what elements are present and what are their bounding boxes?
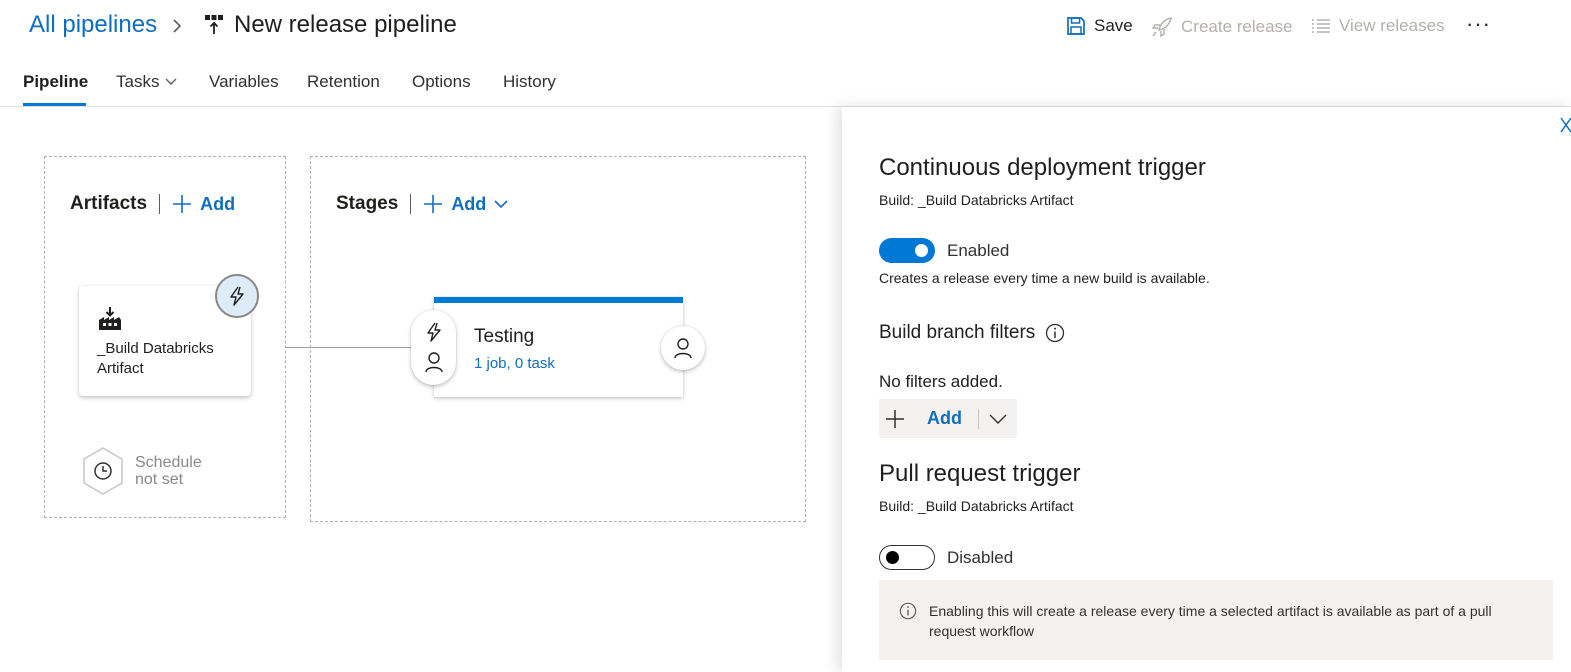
info-icon xyxy=(899,602,917,620)
chevron-down-icon xyxy=(494,199,508,209)
lightning-icon xyxy=(227,286,247,306)
pr-trigger-toggle-row: Disabled xyxy=(879,545,1013,570)
cd-trigger-toggle[interactable] xyxy=(879,238,935,263)
stage-jobs-link[interactable]: 1 job, 0 task xyxy=(474,355,555,372)
person-icon xyxy=(424,351,444,373)
tab-variables[interactable]: Variables xyxy=(209,72,279,92)
cd-trigger-title: Continuous deployment trigger xyxy=(879,154,1206,181)
artifacts-header: Artifacts Add xyxy=(70,193,235,215)
create-release-button[interactable]: Create release xyxy=(1151,16,1293,38)
add-artifact-button[interactable]: Add xyxy=(172,194,235,215)
info-icon[interactable] xyxy=(1045,323,1065,343)
pr-trigger-info-text: Enabling this will create a release ever… xyxy=(929,603,1492,639)
tab-history[interactable]: History xyxy=(503,72,556,92)
add-artifact-label: Add xyxy=(200,193,236,214)
pr-trigger-toggle-label: Disabled xyxy=(947,547,1014,567)
branch-filters-title: Build branch filters xyxy=(879,322,1036,343)
add-filter-label: Add xyxy=(927,408,962,428)
plus-icon xyxy=(423,194,443,214)
artifacts-title: Artifacts xyxy=(70,193,148,214)
build-artifact-icon xyxy=(97,306,123,332)
branch-filters-header: Build branch filters xyxy=(879,322,1065,344)
pr-trigger-info-box: Enabling this will create a release ever… xyxy=(879,580,1553,660)
divider xyxy=(410,194,412,214)
create-release-label: Create release xyxy=(1181,17,1293,36)
add-stage-label: Add xyxy=(451,193,487,214)
tab-retention[interactable]: Retention xyxy=(307,72,380,92)
tab-options[interactable]: Options xyxy=(412,72,471,92)
pr-trigger-title: Pull request trigger xyxy=(879,460,1081,487)
no-filters-text: No filters added. xyxy=(879,372,1003,391)
add-branch-filter-button[interactable]: Add xyxy=(879,399,1017,438)
schedule-line-1: Schedule xyxy=(135,454,202,471)
person-icon xyxy=(673,337,693,359)
chevron-down-icon xyxy=(165,78,177,86)
lightning-icon xyxy=(424,322,444,342)
stages-title: Stages xyxy=(336,193,399,214)
cd-trigger-build: Build: _Build Databricks Artifact xyxy=(879,192,1074,208)
plus-icon xyxy=(172,194,192,214)
page-title: New release pipeline xyxy=(234,11,457,38)
continuous-deployment-trigger-button[interactable] xyxy=(215,274,259,318)
schedule-line-2: not set xyxy=(135,471,184,488)
rocket-icon xyxy=(1151,16,1173,38)
add-stage-button[interactable]: Add xyxy=(423,194,508,215)
schedule-clock-icon[interactable] xyxy=(80,446,126,496)
stage-name: Testing xyxy=(474,326,535,347)
cd-trigger-toggle-row: Enabled xyxy=(879,238,1009,263)
pre-deployment-conditions-button[interactable] xyxy=(411,310,456,385)
save-icon xyxy=(1066,16,1086,36)
more-options-button[interactable]: ··· xyxy=(1466,11,1491,37)
tab-tasks-label: Tasks xyxy=(116,72,160,91)
tab-tasks[interactable]: Tasks xyxy=(116,72,177,92)
breadcrumb-all-pipelines[interactable]: All pipelines xyxy=(29,11,157,39)
chevron-right-icon xyxy=(170,16,184,36)
view-releases-label: View releases xyxy=(1339,16,1445,35)
cd-trigger-description: Creates a release every time a new build… xyxy=(879,270,1210,286)
schedule-status[interactable]: Schedule not set xyxy=(135,454,202,488)
close-icon[interactable] xyxy=(1558,116,1571,134)
pr-trigger-toggle[interactable] xyxy=(879,545,935,570)
divider xyxy=(978,408,979,429)
plus-icon xyxy=(885,409,905,429)
artifact-name: _Build Databricks Artifact xyxy=(97,340,214,377)
view-releases-button[interactable]: View releases xyxy=(1311,16,1445,36)
chevron-down-icon[interactable] xyxy=(989,414,1007,424)
post-deployment-conditions-button[interactable] xyxy=(661,326,705,370)
divider xyxy=(159,194,161,214)
release-pipeline-icon xyxy=(204,14,224,36)
list-icon xyxy=(1311,18,1331,34)
stage-card-testing[interactable] xyxy=(434,297,683,397)
tab-pipeline[interactable]: Pipeline xyxy=(23,72,88,92)
cd-trigger-toggle-label: Enabled xyxy=(947,240,1010,260)
save-label: Save xyxy=(1094,16,1133,35)
save-button[interactable]: Save xyxy=(1066,16,1133,36)
stages-header: Stages Add xyxy=(336,193,508,215)
pr-trigger-build: Build: _Build Databricks Artifact xyxy=(879,498,1074,514)
